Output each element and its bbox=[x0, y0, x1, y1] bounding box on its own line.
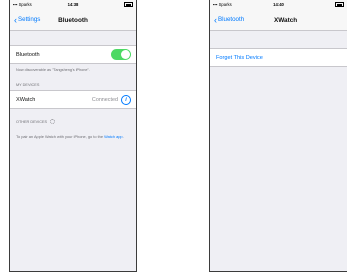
device-name: XWatch bbox=[16, 96, 36, 103]
device-status: Connected bbox=[91, 96, 118, 103]
battery-icon bbox=[124, 2, 133, 8]
page-title: Bluetooth bbox=[58, 16, 88, 24]
bluetooth-label: Bluetooth bbox=[16, 51, 40, 58]
status-time: 14:38 bbox=[67, 2, 79, 7]
footer-text: To pair an Apple Watch with your iPhone,… bbox=[16, 134, 104, 139]
watch-footer: To pair an Apple Watch with your iPhone,… bbox=[10, 127, 136, 139]
forget-device-button[interactable]: Forget This Device bbox=[216, 55, 263, 61]
device-row-xwatch[interactable]: XWatch Connected i bbox=[10, 90, 136, 109]
chevron-left-icon: ‹ bbox=[214, 14, 217, 25]
back-button[interactable]: ‹ Bluetooth bbox=[214, 14, 245, 25]
bluetooth-toggle[interactable] bbox=[111, 49, 131, 60]
my-devices-label: MY DEVICES bbox=[16, 83, 40, 87]
watch-app-link[interactable]: Watch app bbox=[104, 134, 122, 139]
back-label: Bluetooth bbox=[218, 16, 245, 23]
status-bar: ▪▪▪ Sparks 14:38 bbox=[10, 0, 136, 10]
other-devices-header: OTHER DEVICES bbox=[10, 109, 136, 127]
device-detail-screen: ▪▪▪ Sparks 14:40 ‹ Bluetooth XWatch Forg… bbox=[209, 0, 347, 272]
bluetooth-settings-screen: ▪▪▪ Sparks 14:38 ‹ Settings Bluetooth Bl… bbox=[9, 0, 137, 272]
info-icon[interactable]: i bbox=[121, 94, 131, 105]
my-devices-header: MY DEVICES bbox=[10, 73, 136, 90]
other-devices-label: OTHER DEVICES bbox=[16, 119, 48, 124]
footer-end: . bbox=[122, 134, 124, 139]
nav-bar: ‹ Settings Bluetooth bbox=[10, 10, 136, 31]
page-title: XWatch bbox=[274, 16, 298, 24]
spinner-icon bbox=[50, 119, 56, 124]
status-time: 14:40 bbox=[273, 2, 284, 7]
status-bar: ▪▪▪ Sparks 14:40 bbox=[210, 0, 347, 10]
toggle-knob bbox=[120, 49, 131, 60]
nav-bar: ‹ Bluetooth XWatch bbox=[210, 10, 347, 31]
battery-icon bbox=[335, 2, 344, 8]
discoverable-text: Now discoverable as "Tangsheng's iPhone"… bbox=[16, 68, 90, 72]
forget-device-row[interactable]: Forget This Device bbox=[210, 48, 347, 67]
bluetooth-row: Bluetooth bbox=[10, 45, 136, 64]
